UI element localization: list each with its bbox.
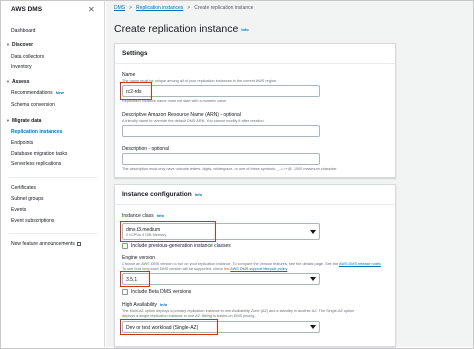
highlight-box [120,221,216,242]
sidebar-item-dashboard[interactable]: Dashboard [11,28,35,34]
release-notes-link[interactable]: AWS DMS release notes [339,262,381,266]
highlight-box [120,271,150,287]
sidebar-item-label: Recommendations [11,90,53,96]
description-label: Description - optional [122,146,169,152]
sidebar-item-data-collectors[interactable]: Data collectors [11,54,44,60]
sidebar-item-schema-conversion[interactable]: Schema conversion [11,102,55,108]
sidebar-divider [9,233,97,234]
caret-down-icon: ▼ [6,42,10,47]
instance-configuration-panel: Instance configuration Info Instance clas… [114,184,396,347]
sidebar-item-event-subscriptions[interactable]: Event subscriptions [11,218,54,224]
instance-configuration-title-text: Instance configuration [122,191,192,198]
high-availability-label-text: High Availability [122,302,157,308]
sidebar-section-migrate-data[interactable]: ▼ Migrate data [6,118,41,124]
breadcrumb-replication-instances[interactable]: Replication instances [136,5,183,11]
instance-configuration-title: Instance configuration Info [122,191,202,198]
sidebar-item-inventory[interactable]: Inventory [11,64,32,70]
sidebar-divider [9,177,97,178]
external-link-icon [76,241,81,246]
sidebar-item-serverless-replications[interactable]: Serverless replications [11,161,61,167]
beta-versions-label: Include Beta DMS versions [131,289,192,295]
instance-class-label: Instance class Info [122,213,164,219]
caret-down-icon: ▼ [6,118,10,123]
info-link[interactable]: Info [157,213,164,218]
info-link[interactable]: Info [241,27,248,32]
breadcrumb-current: Create replication instance [194,5,254,11]
sidebar-item-database-migration-tasks[interactable]: Database migration tasks [11,151,67,157]
sidebar-section-label: Assess [11,79,30,85]
support-lifecycle-link[interactable]: AWS DMS support lifecycle policy [230,267,287,271]
beta-versions-checkbox[interactable] [122,289,128,295]
info-link[interactable]: Info [195,192,202,197]
new-badge: New [55,90,64,95]
settings-panel: Settings Name The name must be unique am… [114,43,396,178]
high-availability-hint-2: deploys a single replication instance in… [122,314,256,318]
settings-title: Settings [122,50,148,57]
chevron-down-icon [310,230,316,234]
main-content: DMS > Replication instances > Create replica… [106,1,473,347]
page-title: Create replication instance Info [114,23,249,35]
settings-header: Settings [115,44,395,64]
previous-generation-checkbox[interactable] [122,243,128,249]
sidebar-item-label: New feature announcements [11,241,75,247]
breadcrumb-dms[interactable]: DMS [114,5,125,11]
description-input[interactable] [122,153,320,165]
sidebar-item-new-feature-announcements[interactable]: New feature announcements [11,241,81,247]
name-label: Name [122,72,136,78]
engine-version-select[interactable]: 3.5.1 [122,273,320,285]
engine-hint-text: Choose an AWS DMS version to run on your… [122,262,339,266]
instance-configuration-header: Instance configuration Info [115,185,395,205]
sidebar-title: AWS DMS [11,6,43,13]
sidebar-section-label: Discover [11,42,34,48]
sidebar-section-assess[interactable]: ▼ Assess [6,79,29,85]
breadcrumb: DMS > Replication instances > Create replica… [114,5,253,11]
description-hint: The description must only have unicode l… [122,167,338,171]
sidebar-item-recommendations[interactable]: Recommendations New [11,90,64,96]
highlight-box [120,319,218,335]
close-icon[interactable]: ✕ [88,5,95,14]
highlight-box [120,82,152,100]
sidebar-item-subnet-groups[interactable]: Subnet groups [11,196,44,202]
previous-generation-label: Include previous-generation instance cla… [131,243,231,249]
engine-version-hint: Choose an AWS DMS version to run on your… [122,262,381,266]
arn-input[interactable] [122,125,320,137]
chevron-down-icon [310,277,316,281]
arn-label: Descriptive Amazon Resource Name (ARN) -… [122,112,241,118]
high-availability-hint: The Multi-AZ option deploys a primary re… [122,309,355,313]
sidebar-section-discover[interactable]: ▼ Discover [6,42,33,48]
high-availability-label: High Availability Info [122,302,167,308]
sidebar: AWS DMS ✕ Dashboard ▼ Discover Data colle… [1,1,105,347]
sidebar-item-events[interactable]: Events [11,207,26,213]
sidebar-item-endpoints[interactable]: Endpoints [11,140,33,146]
caret-down-icon: ▼ [6,79,10,84]
chevron-down-icon [310,325,316,329]
info-link[interactable]: Info [160,302,167,307]
instance-class-label-text: Instance class [122,213,154,219]
chevron-right-icon: > [129,5,133,11]
engine-version-label: Engine version [122,255,156,261]
sidebar-section-label: Migrate data [11,118,42,124]
arn-hint: A friendly name to override the default … [122,119,265,123]
chevron-right-icon: > [187,5,191,11]
sidebar-item-certificates[interactable]: Certificates [11,185,36,191]
page-title-text: Create replication instance [114,23,239,35]
sidebar-item-replication-instances[interactable]: Replication instances [11,129,62,135]
